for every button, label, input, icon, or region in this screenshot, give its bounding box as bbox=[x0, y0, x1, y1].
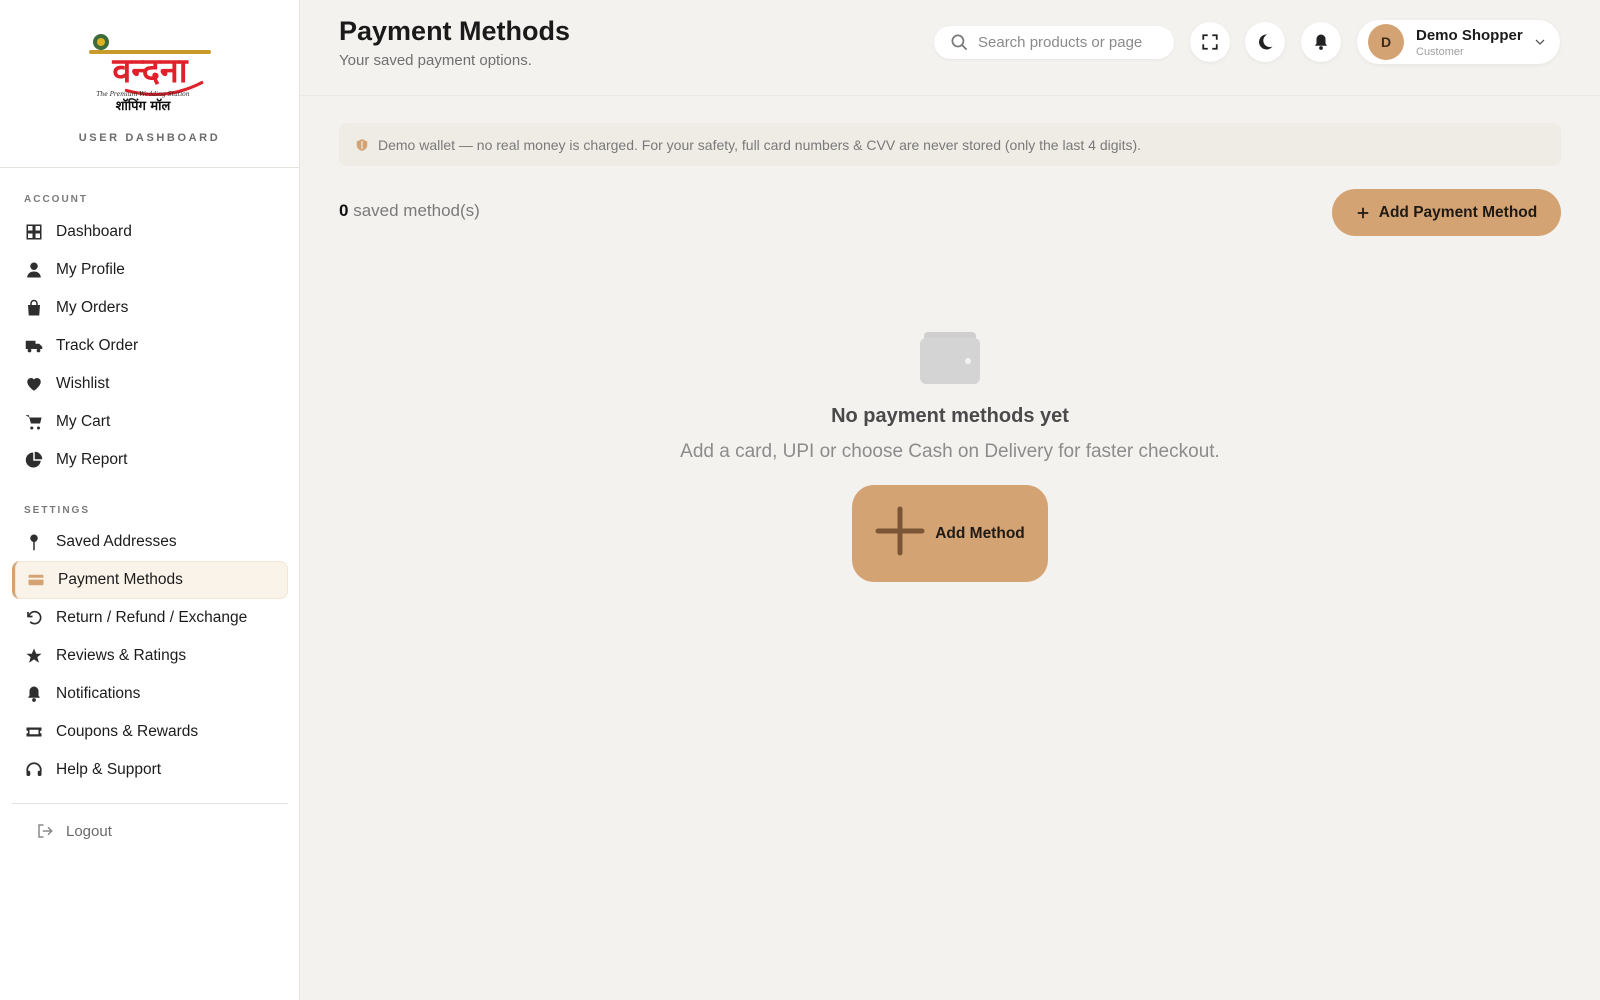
undo-icon bbox=[24, 608, 44, 628]
sidebar-item-my-profile[interactable]: My Profile bbox=[12, 251, 288, 289]
svg-text:शॉपिंग मॉल: शॉपिंग मॉल bbox=[115, 97, 171, 114]
plus-icon bbox=[875, 506, 925, 555]
saved-methods-count: 0 saved method(s) bbox=[339, 201, 480, 221]
shield-icon bbox=[356, 138, 368, 151]
sidebar-item-my-orders[interactable]: My Orders bbox=[12, 289, 288, 327]
sidebar-divider bbox=[12, 803, 288, 804]
ticket-icon bbox=[24, 722, 44, 742]
user-menu[interactable]: D Demo Shopper Customer bbox=[1357, 20, 1560, 64]
empty-state-subtitle: Add a card, UPI or choose Cash on Delive… bbox=[680, 441, 1220, 462]
plus-icon bbox=[1357, 207, 1369, 218]
notifications-button[interactable] bbox=[1301, 22, 1341, 62]
sidebar-item-payment-methods[interactable]: Payment Methods bbox=[12, 561, 288, 599]
add-payment-method-button[interactable]: Add Payment Method bbox=[1332, 189, 1561, 236]
sidebar-item-return-refund-exchange[interactable]: Return / Refund / Exchange bbox=[12, 599, 288, 637]
add-method-label: Add Method bbox=[935, 524, 1025, 542]
search-icon bbox=[951, 34, 968, 51]
sidebar-item-coupons-rewards[interactable]: Coupons & Rewards bbox=[12, 713, 288, 751]
svg-text:वन्दना: वन्दना bbox=[111, 51, 188, 91]
bell-icon bbox=[1315, 34, 1327, 50]
credit-card-icon bbox=[26, 570, 46, 590]
header-divider bbox=[300, 95, 1600, 96]
sidebar-item-label: Help & Support bbox=[56, 761, 162, 778]
sidebar-item-label: Wishlist bbox=[56, 375, 110, 392]
cart-icon bbox=[24, 412, 44, 432]
fullscreen-button[interactable] bbox=[1190, 22, 1230, 62]
logout-label: Logout bbox=[66, 822, 112, 840]
logout-button[interactable]: Logout bbox=[36, 822, 112, 840]
user-icon bbox=[24, 260, 44, 280]
user-name: Demo Shopper bbox=[1416, 26, 1523, 44]
search-input[interactable] bbox=[978, 34, 1158, 51]
add-method-button[interactable]: Add Method bbox=[852, 485, 1048, 582]
sidebar-item-label: My Profile bbox=[56, 261, 125, 278]
empty-state-title: No payment methods yet bbox=[831, 405, 1069, 427]
account-section-label: ACCOUNT bbox=[24, 194, 88, 205]
star-icon bbox=[24, 646, 44, 666]
sidebar-item-label: My Orders bbox=[56, 299, 129, 316]
svg-text:The Premium Wedding Station: The Premium Wedding Station bbox=[96, 91, 189, 98]
sidebar-item-label: Saved Addresses bbox=[56, 533, 177, 550]
sidebar-item-track-order[interactable]: Track Order bbox=[12, 327, 288, 365]
headset-icon bbox=[24, 760, 44, 780]
sidebar-item-label: Track Order bbox=[56, 337, 139, 354]
sidebar-item-wishlist[interactable]: Wishlist bbox=[12, 365, 288, 403]
pie-chart-icon bbox=[24, 450, 44, 470]
sidebar-item-saved-addresses[interactable]: Saved Addresses bbox=[12, 523, 288, 561]
grid-icon bbox=[24, 222, 44, 242]
brand-logo[interactable]: वन्दना The Premium Wedding Station शॉपिं… bbox=[85, 30, 215, 116]
sidebar-item-notifications[interactable]: Notifications bbox=[12, 675, 288, 713]
bag-icon bbox=[24, 298, 44, 318]
logo-area: वन्दना The Premium Wedding Station शॉपिं… bbox=[0, 0, 299, 168]
demo-wallet-notice: Demo wallet — no real money is charged. … bbox=[339, 123, 1561, 166]
user-role: Customer bbox=[1416, 45, 1464, 58]
count-suffix: saved method(s) bbox=[353, 201, 480, 220]
count-value: 0 bbox=[339, 201, 349, 220]
notice-text: Demo wallet — no real money is charged. … bbox=[378, 136, 1142, 153]
settings-section-label: SETTINGS bbox=[24, 505, 91, 516]
sidebar-item-label: Payment Methods bbox=[58, 571, 183, 588]
sidebar-item-help-support[interactable]: Help & Support bbox=[12, 751, 288, 789]
page-title: Payment Methods bbox=[339, 16, 571, 46]
pin-icon bbox=[24, 532, 44, 552]
sidebar-item-label: My Report bbox=[56, 451, 128, 468]
avatar: D bbox=[1368, 24, 1404, 60]
fullscreen-icon bbox=[1202, 34, 1218, 50]
sidebar-item-label: Coupons & Rewards bbox=[56, 723, 199, 740]
sidebar-item-my-cart[interactable]: My Cart bbox=[12, 403, 288, 441]
theme-toggle-button[interactable] bbox=[1245, 22, 1285, 62]
wallet-icon bbox=[920, 332, 980, 384]
heart-icon bbox=[24, 374, 44, 394]
moon-icon bbox=[1259, 34, 1273, 50]
sidebar-item-my-report[interactable]: My Report bbox=[12, 441, 288, 479]
logout-icon bbox=[38, 824, 53, 838]
sidebar-item-label: Dashboard bbox=[56, 223, 132, 240]
sidebar-item-label: My Cart bbox=[56, 413, 111, 430]
page-subtitle: Your saved payment options. bbox=[339, 52, 532, 69]
sidebar-item-reviews-ratings[interactable]: Reviews & Ratings bbox=[12, 637, 288, 675]
sidebar-item-dashboard[interactable]: Dashboard bbox=[12, 213, 288, 251]
sidebar: वन्दना The Premium Wedding Station शॉपिं… bbox=[0, 0, 300, 1000]
dashboard-label: USER DASHBOARD bbox=[78, 132, 221, 144]
bell-icon bbox=[24, 684, 44, 704]
sidebar-item-label: Return / Refund / Exchange bbox=[56, 609, 248, 626]
add-payment-method-label: Add Payment Method bbox=[1378, 203, 1538, 221]
sidebar-item-label: Reviews & Ratings bbox=[56, 647, 187, 664]
sidebar-item-label: Notifications bbox=[56, 685, 141, 702]
chevron-down-icon bbox=[1535, 39, 1545, 45]
truck-icon bbox=[24, 336, 44, 356]
search-box[interactable] bbox=[934, 26, 1174, 59]
